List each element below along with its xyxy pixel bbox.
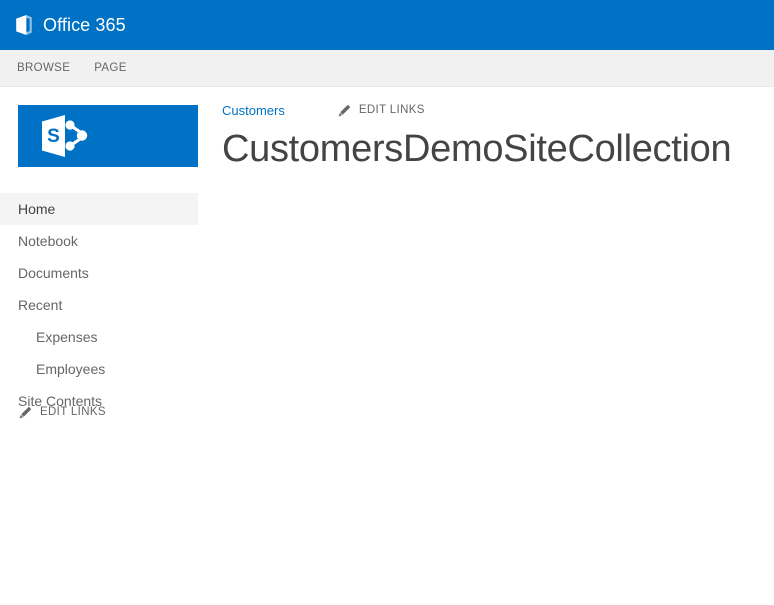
office-logo-icon — [16, 15, 32, 35]
office-365-brand-link[interactable]: Office 365 — [0, 0, 126, 50]
quick-launch-edit-links-label: EDIT LINKS — [40, 406, 106, 418]
nav-item-documents[interactable]: Documents — [0, 257, 198, 289]
page-title: CustomersDemoSiteCollection — [222, 128, 732, 170]
pencil-icon — [19, 406, 32, 418]
ribbon-bar: BROWSE PAGE — [0, 50, 774, 87]
top-nav-edit-links-button[interactable]: EDIT LINKS — [337, 103, 425, 118]
nav-item-employees[interactable]: Employees — [0, 353, 198, 385]
nav-item-expenses[interactable]: Expenses — [0, 321, 198, 353]
breadcrumb-link-customers[interactable]: Customers — [222, 103, 285, 118]
ribbon-tab-browse[interactable]: BROWSE — [5, 50, 82, 87]
suite-bar: Office 365 — [0, 0, 774, 50]
sharepoint-logo-icon: S — [42, 115, 88, 157]
nav-item-home[interactable]: Home — [0, 193, 198, 225]
quick-launch-edit-links-button[interactable]: EDIT LINKS — [18, 402, 106, 422]
page-content-area — [222, 185, 774, 605]
title-area: Customers EDIT LINKS CustomersDemoSiteCo… — [222, 100, 774, 197]
breadcrumb: Customers EDIT LINKS — [222, 100, 774, 120]
pencil-icon — [338, 104, 351, 116]
nav-item-recent[interactable]: Recent — [0, 289, 198, 321]
top-nav-edit-links-label: EDIT LINKS — [358, 104, 425, 116]
site-logo-tile[interactable]: S — [18, 105, 198, 167]
svg-text:S: S — [47, 126, 60, 147]
nav-item-notebook[interactable]: Notebook — [0, 225, 198, 257]
ribbon-tab-page[interactable]: PAGE — [82, 50, 139, 87]
quick-launch-nav: Home Notebook Documents Recent Expenses … — [0, 193, 198, 417]
office-365-brand-text: Office 365 — [43, 15, 126, 35]
